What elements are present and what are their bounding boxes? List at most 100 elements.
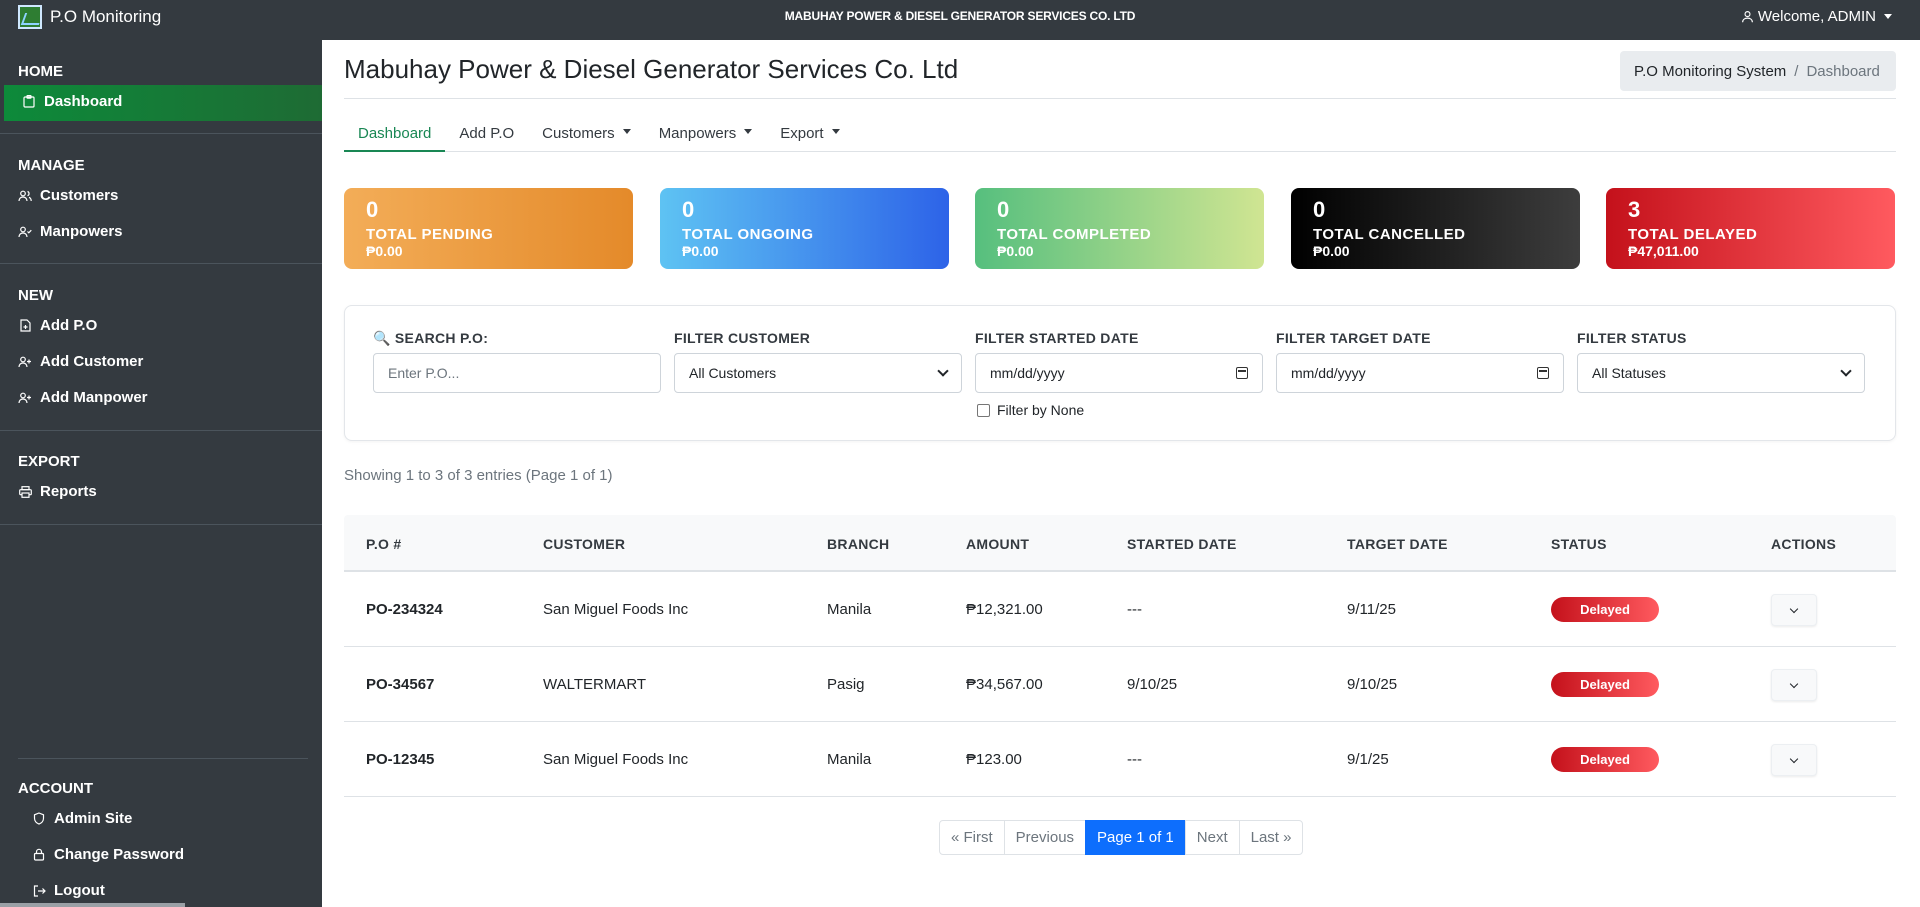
tab-label: Manpowers <box>658 125 737 142</box>
tab-add-po[interactable]: Add P.O <box>445 117 528 152</box>
sidebar: HOME Dashboard MANAGE Customers Manpower… <box>0 40 322 907</box>
customer-cell: WALTERMART <box>543 676 647 693</box>
tab-label: Dashboard <box>358 125 432 142</box>
tab-label: Add P.O <box>459 125 515 142</box>
column-header: AMOUNT <box>966 536 1030 552</box>
users-icon <box>18 189 32 203</box>
sidebar-scrollbar[interactable] <box>0 903 185 907</box>
page-first-button[interactable]: « First <box>939 820 1005 855</box>
tab-dashboard[interactable]: Dashboard <box>344 117 446 152</box>
row-actions-button[interactable] <box>1771 594 1817 626</box>
status-filter-select[interactable]: All Statuses <box>1577 353 1865 393</box>
chevron-down-icon <box>1884 14 1892 19</box>
sidebar-item-reports[interactable]: Reports <box>18 483 97 500</box>
page-current-indicator[interactable]: Page 1 of 1 <box>1085 820 1186 855</box>
branch-cell: Manila <box>827 751 872 768</box>
user-menu-toggle[interactable]: Welcome, ADMIN <box>1741 8 1892 25</box>
page-previous-button[interactable]: Previous <box>1003 820 1087 855</box>
sidebar-item-label: Logout <box>54 882 105 899</box>
calendar-icon[interactable] <box>1236 367 1248 379</box>
sidebar-item-admin-site[interactable]: Admin Site <box>32 810 132 827</box>
brand-title: P.O Monitoring <box>50 7 162 26</box>
po-number: PO-34567 <box>366 676 435 693</box>
sidebar-item-label: Add Manpower <box>40 389 148 406</box>
sidebar-item-add-po[interactable]: Add P.O <box>18 317 97 334</box>
column-header: STARTED DATE <box>1127 536 1237 552</box>
sidebar-heading-new: NEW <box>18 287 53 304</box>
filter-by-none-row[interactable]: Filter by None <box>977 402 1084 418</box>
tab-customers-dropdown[interactable]: Customers <box>528 117 645 152</box>
sidebar-item-label: Add Customer <box>40 353 144 370</box>
tab-manpowers-dropdown[interactable]: Manpowers <box>645 117 767 152</box>
sidebar-item-dashboard[interactable]: Dashboard <box>22 93 122 110</box>
customer-cell: San Miguel Foods Inc <box>543 601 689 618</box>
column-header: STATUS <box>1551 536 1607 552</box>
sidebar-item-label: Add P.O <box>40 317 98 334</box>
company-logo-icon <box>18 5 42 29</box>
stat-label: TOTAL PENDING <box>366 226 494 243</box>
status-badge: Delayed <box>1551 672 1659 697</box>
po-number: PO-234324 <box>366 601 443 618</box>
page-next-button[interactable]: Next <box>1184 820 1240 855</box>
sidebar-divider <box>0 430 322 431</box>
calendar-icon[interactable] <box>1537 367 1549 379</box>
user-plus-icon <box>18 391 32 405</box>
chevron-down-icon <box>937 365 949 377</box>
branch-cell: Manila <box>827 601 872 618</box>
row-actions-button[interactable] <box>1771 669 1817 701</box>
target-date-filter-label: FILTER TARGET DATE <box>1276 330 1431 346</box>
sidebar-item-label: Manpowers <box>40 223 123 240</box>
column-header: TARGET DATE <box>1347 536 1448 552</box>
sidebar-item-label: Change Password <box>54 846 185 863</box>
stat-card-cancelled[interactable]: 0 TOTAL CANCELLED ₱0.00 <box>1291 188 1580 269</box>
stat-amount: ₱0.00 <box>366 243 403 259</box>
stat-label: TOTAL DELAYED <box>1628 226 1758 243</box>
sidebar-item-add-manpower[interactable]: Add Manpower <box>18 389 148 406</box>
tab-label: Customers <box>542 125 615 142</box>
stat-card-completed[interactable]: 0 TOTAL COMPLETED ₱0.00 <box>975 188 1264 269</box>
sidebar-item-manpowers[interactable]: Manpowers <box>18 223 123 240</box>
sidebar-item-change-password[interactable]: Change Password <box>32 846 184 863</box>
sidebar-item-label: Admin Site <box>54 810 133 827</box>
row-actions-button[interactable] <box>1771 744 1817 776</box>
status-badge: Delayed <box>1551 597 1659 622</box>
stat-card-ongoing[interactable]: 0 TOTAL ONGOING ₱0.00 <box>660 188 949 269</box>
customer-cell: San Miguel Foods Inc <box>543 751 689 768</box>
sidebar-item-customers[interactable]: Customers <box>18 187 118 204</box>
started-date-input[interactable]: mm/dd/yyyy <box>975 353 1263 393</box>
stat-card-delayed[interactable]: 3 TOTAL DELAYED ₱47,011.00 <box>1606 188 1895 269</box>
search-input[interactable]: Enter P.O... <box>373 353 661 393</box>
target-date-cell: 9/11/25 <box>1347 601 1396 618</box>
breadcrumb-root-link[interactable]: P.O Monitoring System <box>1634 63 1786 80</box>
page-last-button[interactable]: Last » <box>1238 820 1304 855</box>
stat-card-pending[interactable]: 0 TOTAL PENDING ₱0.00 <box>344 188 633 269</box>
entries-info: Showing 1 to 3 of 3 entries (Page 1 of 1… <box>344 467 613 484</box>
target-date-cell: 9/10/25 <box>1347 676 1398 693</box>
sidebar-divider <box>0 263 322 264</box>
target-date-input[interactable]: mm/dd/yyyy <box>1276 353 1564 393</box>
stat-amount: ₱0.00 <box>682 243 719 259</box>
shield-icon <box>32 812 46 826</box>
stat-amount: ₱0.00 <box>997 243 1034 259</box>
chevron-down-icon <box>1789 679 1799 688</box>
filter-panel: 🔍 SEARCH P.O: Enter P.O... FILTER CUSTOM… <box>344 305 1896 441</box>
customer-filter-select[interactable]: All Customers <box>674 353 962 393</box>
table-header: P.O # CUSTOMER BRANCH AMOUNT STARTED DAT… <box>344 515 1896 572</box>
table-row: PO-234324 San Miguel Foods Inc Manila ₱1… <box>344 572 1896 647</box>
stat-count: 3 <box>1628 197 1641 222</box>
started-date-cell: 9/10/25 <box>1127 676 1178 693</box>
filter-by-none-label: Filter by None <box>997 402 1085 418</box>
stat-count: 0 <box>997 197 1010 222</box>
column-header: P.O # <box>366 536 402 552</box>
sidebar-item-add-customer[interactable]: Add Customer <box>18 353 143 370</box>
column-header: CUSTOMER <box>543 536 626 552</box>
po-number: PO-12345 <box>366 751 435 768</box>
sidebar-heading-account: ACCOUNT <box>18 780 93 797</box>
customer-filter-label: FILTER CUSTOMER <box>674 330 811 346</box>
sidebar-item-logout[interactable]: Logout <box>32 882 105 899</box>
brand-link[interactable]: P.O Monitoring <box>18 5 161 29</box>
tab-export-dropdown[interactable]: Export <box>766 117 853 152</box>
started-date-cell: --- <box>1127 751 1142 768</box>
filter-by-none-checkbox[interactable] <box>977 403 990 417</box>
status-badge: Delayed <box>1551 747 1659 772</box>
